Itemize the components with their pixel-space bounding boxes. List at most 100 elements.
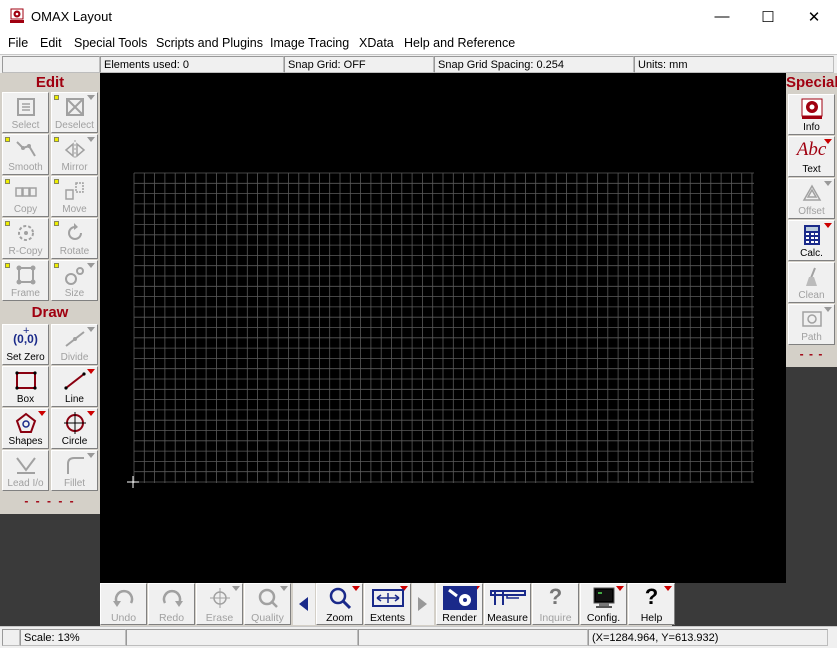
menu-scripts-plugins[interactable]: Scripts and Plugins xyxy=(156,36,263,50)
render-button[interactable]: Render xyxy=(436,583,483,625)
lead-io-button[interactable]: Lead I/o xyxy=(2,450,49,491)
minimize-button[interactable]: — xyxy=(699,0,745,33)
undo-button[interactable]: Undo xyxy=(100,583,147,625)
clean-label: Clean xyxy=(798,290,825,301)
r-copy-button[interactable]: R-Copy xyxy=(2,218,49,259)
menu-image-tracing[interactable]: Image Tracing xyxy=(270,36,349,50)
zoom-button[interactable]: Zoom xyxy=(316,583,363,625)
info-button[interactable]: Info xyxy=(788,94,835,135)
dropdown-flag-icon xyxy=(352,586,360,591)
cursor-crosshair-icon xyxy=(127,476,139,488)
close-icon: ✕ xyxy=(807,8,821,26)
question-icon: ? xyxy=(548,584,563,609)
footer-status-bar: Scale: 13% (X=1284.964, Y=613.932) xyxy=(0,626,837,648)
status-bar: Elements used: 0 Snap Grid: OFF Snap Gri… xyxy=(0,54,837,73)
deselect-label: Deselect xyxy=(55,120,94,131)
rotate-copy-icon xyxy=(18,225,34,241)
clean-broom-icon xyxy=(806,267,817,286)
edit-panel-header: Edit xyxy=(2,74,98,91)
smooth-button[interactable]: Smooth xyxy=(2,134,49,175)
set-zero-button[interactable]: (0,0) + Set Zero xyxy=(2,324,49,365)
menu-xdata[interactable]: XData xyxy=(359,36,394,50)
mirror-button[interactable]: Mirror xyxy=(51,134,98,175)
info-label: Info xyxy=(803,122,820,133)
menu-file[interactable]: File xyxy=(8,36,28,50)
config-label: Config. xyxy=(586,612,621,624)
frame-label: Frame xyxy=(11,288,40,299)
clean-button[interactable]: Clean xyxy=(788,262,835,303)
scroll-right-button[interactable] xyxy=(412,583,434,625)
quality-button[interactable]: Quality xyxy=(244,583,291,625)
dropdown-flag-icon xyxy=(87,137,95,142)
measure-button[interactable]: Measure xyxy=(484,583,531,625)
path-button[interactable]: Path xyxy=(788,304,835,345)
inquire-button[interactable]: ? Inquire xyxy=(532,583,579,625)
menu-bar: File Edit Special Tools Scripts and Plug… xyxy=(0,33,837,54)
help-button[interactable]: ? Help xyxy=(628,583,675,625)
close-button[interactable]: ✕ xyxy=(791,0,837,33)
extents-button[interactable]: Extents xyxy=(364,583,411,625)
triangle-left-icon xyxy=(299,597,308,611)
rotate-button[interactable]: Rotate xyxy=(51,218,98,259)
dropdown-flag-icon xyxy=(824,223,832,228)
status-cell-blank xyxy=(2,56,100,73)
menu-edit[interactable]: Edit xyxy=(40,36,62,50)
undo-label: Undo xyxy=(110,612,137,624)
move-button[interactable]: Move xyxy=(51,176,98,217)
calc-label: Calc. xyxy=(800,248,823,259)
offset-icon xyxy=(802,184,822,201)
circle-label: Circle xyxy=(61,436,88,447)
select-button[interactable]: Select xyxy=(2,92,49,133)
circle-button[interactable]: Circle xyxy=(51,408,98,449)
set-zero-label: Set Zero xyxy=(6,352,45,363)
help-question-icon: ? xyxy=(644,584,659,609)
text-label: Text xyxy=(802,164,821,175)
size-button[interactable]: Size xyxy=(51,260,98,301)
size-icon xyxy=(65,267,84,285)
text-icon: Abc xyxy=(796,139,827,160)
frame-button[interactable]: Frame xyxy=(2,260,49,301)
maximize-button[interactable]: ☐ xyxy=(745,0,791,33)
units-status: Units: mm xyxy=(634,56,834,73)
fillet-icon xyxy=(67,457,84,474)
dropdown-flag-icon xyxy=(280,586,288,591)
shapes-button[interactable]: Shapes xyxy=(2,408,49,449)
copy-icon xyxy=(15,187,37,197)
undo-icon xyxy=(113,589,134,607)
offset-button[interactable]: Offset xyxy=(788,178,835,219)
dropdown-flag-icon xyxy=(87,263,95,268)
calculator-icon xyxy=(804,225,820,245)
calc-button[interactable]: Calc. xyxy=(788,220,835,261)
box-label: Box xyxy=(16,394,35,405)
smooth-icon xyxy=(16,141,36,157)
yellow-marker-icon xyxy=(5,137,10,142)
divide-button[interactable]: Divide xyxy=(51,324,98,365)
copy-button[interactable]: Copy xyxy=(2,176,49,217)
cursor-coordinates: (X=1284.964, Y=613.932) xyxy=(588,629,828,646)
maximize-icon: ☐ xyxy=(761,8,775,26)
draw-panel-header: Draw xyxy=(2,304,98,321)
dropdown-flag-icon xyxy=(616,586,624,591)
yellow-marker-icon xyxy=(54,137,59,142)
text-button[interactable]: Abc Text xyxy=(788,136,835,177)
erase-label: Erase xyxy=(205,612,234,624)
deselect-button[interactable]: Deselect xyxy=(51,92,98,133)
dropdown-flag-icon xyxy=(87,327,95,332)
line-button[interactable]: Line xyxy=(51,366,98,407)
window-title: OMAX Layout xyxy=(31,9,112,24)
drawing-canvas[interactable] xyxy=(100,73,786,583)
menu-help-reference[interactable]: Help and Reference xyxy=(404,36,515,50)
render-icon xyxy=(443,586,477,610)
erase-button[interactable]: Erase xyxy=(196,583,243,625)
scroll-left-button[interactable] xyxy=(293,583,315,625)
box-button[interactable]: Box xyxy=(2,366,49,407)
fillet-button[interactable]: Fillet xyxy=(51,450,98,491)
config-button[interactable]: Config. xyxy=(580,583,627,625)
dropdown-flag-icon xyxy=(232,586,240,591)
move-icon xyxy=(65,182,84,200)
dropdown-flag-icon xyxy=(87,369,95,374)
menu-special-tools[interactable]: Special Tools xyxy=(74,36,147,50)
yellow-marker-icon xyxy=(5,221,10,226)
line-label: Line xyxy=(65,394,84,405)
redo-button[interactable]: Redo xyxy=(148,583,195,625)
